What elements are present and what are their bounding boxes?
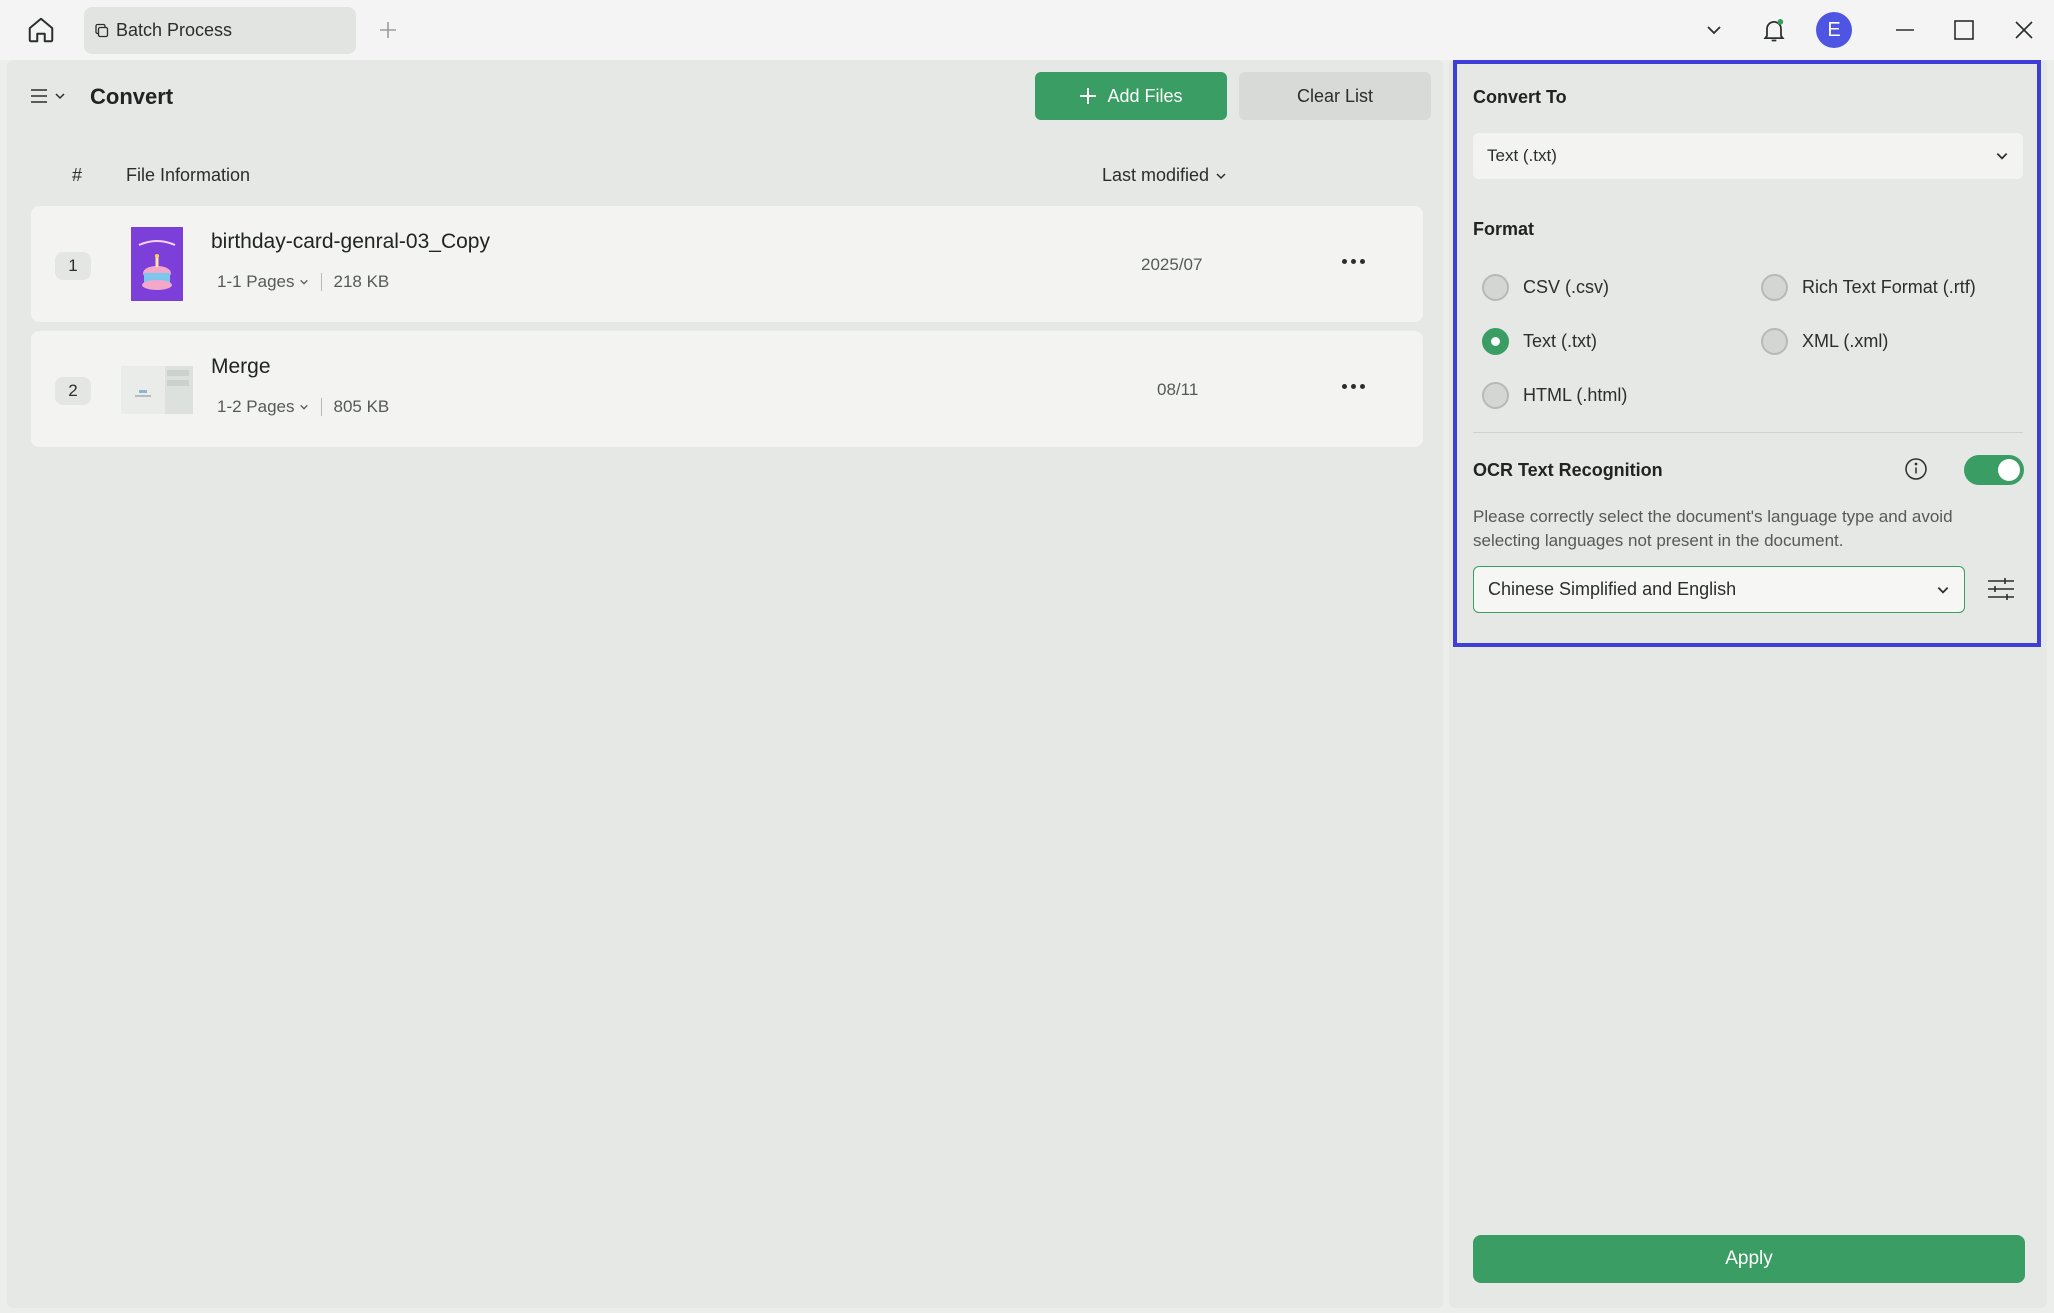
language-value: Chinese Simplified and English xyxy=(1488,579,1737,599)
ocr-label: OCR Text Recognition xyxy=(1473,460,1663,480)
chevron-down-icon xyxy=(1707,26,1721,35)
format-option-label: Rich Text Format (.rtf) xyxy=(1802,277,1976,297)
file-date: 2025/07 xyxy=(1141,255,1203,274)
format-option-label: XML (.xml) xyxy=(1802,331,1889,351)
more-options-button[interactable] xyxy=(1335,371,1371,401)
format-option-txt[interactable]: Text (.txt) xyxy=(1482,328,1597,355)
plus-icon xyxy=(1080,88,1097,104)
convert-to-label: Convert To xyxy=(1473,87,1567,107)
menu-button[interactable] xyxy=(30,83,70,109)
dropdown-button[interactable] xyxy=(1696,12,1732,48)
divider xyxy=(1473,432,2023,433)
page-range-label: 1-1 Pages xyxy=(217,272,295,291)
file-date: 08/11 xyxy=(1157,380,1199,399)
page-range-select[interactable]: 1-2 Pages xyxy=(217,397,309,417)
radio-button xyxy=(1761,274,1788,301)
tab-label: Batch Process xyxy=(116,20,233,40)
file-list-panel: Convert Add Files Clear List # File Info… xyxy=(7,60,1443,1308)
column-number-header: # xyxy=(72,165,83,185)
info-icon[interactable] xyxy=(1904,457,1928,481)
add-files-button[interactable]: Add Files xyxy=(1035,72,1227,120)
chevron-down-icon xyxy=(1996,153,2008,160)
sliders-icon[interactable] xyxy=(1985,573,2017,605)
maximize-button[interactable] xyxy=(1946,12,1982,48)
more-options-button[interactable] xyxy=(1335,246,1371,276)
chevron-down-icon xyxy=(1216,172,1226,179)
format-option-xml[interactable]: XML (.xml) xyxy=(1761,328,1888,355)
file-row[interactable]: 1 birthday-card-genral-03_Copy 1-1 Pages… xyxy=(31,206,1423,322)
page-title: Convert xyxy=(90,84,174,109)
list-menu-icon xyxy=(31,89,47,103)
close-button[interactable] xyxy=(2006,12,2042,48)
birthday-card-thumbnail xyxy=(131,227,183,301)
title-bar: Batch Process E xyxy=(0,0,2054,60)
chevron-down-icon xyxy=(55,93,65,100)
radio-button xyxy=(1761,328,1788,355)
convert-to-value: Text (.txt) xyxy=(1487,146,1557,165)
more-icon xyxy=(1341,383,1347,389)
notification-button[interactable] xyxy=(1756,12,1792,48)
ocr-description: Please correctly select the document's l… xyxy=(1473,507,1953,550)
convert-settings-panel xyxy=(1449,60,2047,1308)
format-option-html[interactable]: HTML (.html) xyxy=(1482,382,1627,409)
plus-icon xyxy=(380,22,396,38)
radio-button-checked xyxy=(1482,328,1509,355)
format-option-csv[interactable]: CSV (.csv) xyxy=(1482,274,1609,301)
minimize-icon xyxy=(1896,29,1914,31)
file-meta: 1-2 Pages 805 KB xyxy=(217,397,389,417)
copy-icon xyxy=(95,23,109,37)
clear-list-button[interactable]: Clear List xyxy=(1239,72,1431,120)
sort-last-modified[interactable]: Last modified xyxy=(1102,165,1227,186)
merge-document-thumbnail xyxy=(121,366,193,414)
add-files-label: Add Files xyxy=(1107,85,1183,106)
more-icon xyxy=(1341,258,1347,264)
user-avatar[interactable]: E xyxy=(1816,12,1852,48)
home-icon xyxy=(28,17,54,43)
column-file-info-header: File Information xyxy=(126,165,251,185)
chevron-down-icon xyxy=(299,279,308,285)
format-option-rtf[interactable]: Rich Text Format (.rtf) xyxy=(1761,274,1976,301)
page-range-label: 1-2 Pages xyxy=(217,397,295,416)
convert-to-select[interactable]: Text (.txt) xyxy=(1473,133,2023,179)
format-option-label: CSV (.csv) xyxy=(1523,277,1610,297)
file-name: Merge xyxy=(211,355,271,378)
language-select[interactable]: Chinese Simplified and English xyxy=(1473,566,1965,613)
chevron-down-icon xyxy=(299,404,308,410)
file-row[interactable]: 2 Merge 1-2 Pages 805 KB 08/11 xyxy=(31,331,1423,447)
format-label: Format xyxy=(1473,219,1535,239)
tab-batch-process[interactable]: Batch Process xyxy=(84,7,356,54)
sort-label: Last modified xyxy=(1102,165,1210,185)
format-option-label: HTML (.html) xyxy=(1523,385,1628,405)
radio-button xyxy=(1482,274,1509,301)
row-number: 1 xyxy=(55,252,91,280)
chevron-down-icon xyxy=(1937,586,1949,594)
file-size: 805 KB xyxy=(333,397,390,416)
new-tab-button[interactable] xyxy=(372,14,404,46)
row-number: 2 xyxy=(55,377,91,405)
radio-button xyxy=(1482,382,1509,409)
maximize-icon xyxy=(1954,20,1974,40)
minimize-button[interactable] xyxy=(1887,12,1923,48)
apply-button[interactable]: Apply xyxy=(1473,1235,2025,1283)
file-name: birthday-card-genral-03_Copy xyxy=(211,230,490,253)
page-range-select[interactable]: 1-1 Pages xyxy=(217,272,309,292)
close-icon xyxy=(2015,21,2033,39)
format-option-label: Text (.txt) xyxy=(1523,331,1598,351)
file-size: 218 KB xyxy=(333,272,390,291)
file-meta: 1-1 Pages 218 KB xyxy=(217,272,389,292)
ocr-toggle[interactable] xyxy=(1964,455,2024,485)
separator xyxy=(320,273,322,291)
home-button[interactable] xyxy=(22,11,60,49)
separator xyxy=(320,398,322,416)
bell-icon xyxy=(1763,19,1785,42)
